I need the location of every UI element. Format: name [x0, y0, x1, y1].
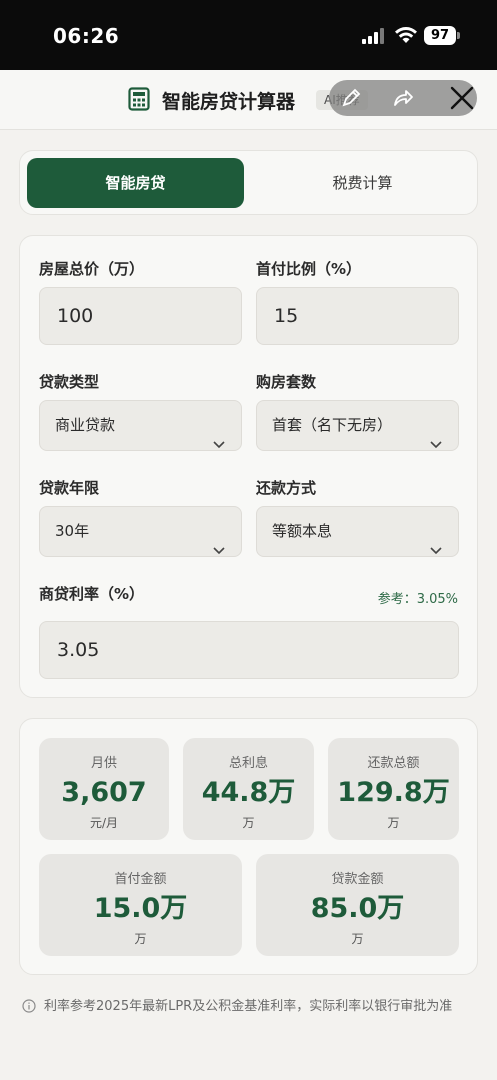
loan-form: 房屋总价（万） 首付比例（%） 100 15 贷款类型 购房套数 商业贷款 首套… — [19, 235, 478, 698]
repay-method-value: 等额本息 — [272, 522, 333, 540]
rate-input[interactable]: 3.05 — [39, 621, 459, 679]
result-value: 85.0万 — [310, 893, 405, 924]
chevron-down-icon — [213, 526, 225, 575]
result-label: 月供 — [90, 756, 117, 771]
result-value: 129.8万 — [337, 777, 450, 808]
result-unit: 万 — [387, 816, 400, 830]
loan-years-select[interactable]: 30年 — [39, 506, 242, 557]
wifi-icon — [394, 26, 418, 48]
page-title: 智能房贷计算器 — [162, 91, 296, 113]
edit-icon[interactable] — [339, 86, 363, 110]
down-ratio-input[interactable]: 15 — [256, 287, 459, 345]
loan-type-label: 贷款类型 — [39, 373, 100, 391]
battery-level: 97 — [424, 26, 456, 45]
result-value: 3,607 — [61, 777, 147, 808]
monthly-payment-box: 月供 3,607 元/月 — [39, 738, 169, 840]
house-count-select[interactable]: 首套（名下无房） — [256, 400, 459, 451]
down-payment-box: 首付金额 15.0万 万 — [39, 854, 242, 956]
loan-years-value: 30年 — [55, 522, 90, 540]
loan-amount-box: 贷款金额 85.0万 万 — [256, 854, 459, 956]
result-value: 15.0万 — [93, 893, 188, 924]
house-count-label: 购房套数 — [256, 373, 317, 391]
result-label: 贷款金额 — [331, 872, 384, 887]
result-unit: 元/月 — [89, 816, 119, 830]
loan-type-value: 商业贷款 — [55, 416, 116, 434]
chevron-down-icon — [213, 420, 225, 469]
total-price-label: 房屋总价（万） — [39, 260, 145, 278]
close-icon[interactable] — [449, 85, 475, 115]
loan-type-select[interactable]: 商业贷款 — [39, 400, 242, 451]
rate-reference: 参考：3.05% — [377, 592, 458, 607]
rate-footnote: 利率参考2025年最新LPR及公积金基准利率，实际利率以银行审批为准 — [22, 995, 472, 1018]
battery-icon: 97 — [424, 26, 460, 45]
repay-method-select[interactable]: 等额本息 — [256, 506, 459, 557]
result-unit: 万 — [242, 816, 255, 830]
footnote-text: 利率参考2025年最新LPR及公积金基准利率，实际利率以银行审批为准 — [44, 999, 453, 1014]
status-time: 06:26 — [53, 24, 120, 48]
loan-years-label: 贷款年限 — [39, 479, 100, 497]
calculator-icon — [128, 87, 150, 115]
mode-tabs: 智能房贷 税费计算 — [19, 150, 478, 215]
tab-smart-mortgage[interactable]: 智能房贷 — [27, 158, 244, 208]
result-label: 总利息 — [228, 756, 268, 771]
total-repayment-box: 还款总额 129.8万 万 — [328, 738, 459, 840]
house-count-value: 首套（名下无房） — [272, 416, 393, 434]
chevron-down-icon — [430, 420, 442, 469]
cellular-signal-icon — [362, 28, 386, 48]
result-label: 首付金额 — [114, 872, 167, 887]
result-unit: 万 — [134, 932, 147, 946]
repay-method-label: 还款方式 — [256, 479, 317, 497]
share-icon[interactable] — [391, 86, 415, 110]
tab-tax-calc[interactable]: 税费计算 — [254, 158, 471, 208]
app-header: 智能房贷计算器 AI推荐 — [0, 70, 497, 130]
down-ratio-label: 首付比例（%） — [256, 260, 362, 278]
result-unit: 万 — [351, 932, 364, 946]
rate-label: 商贷利率（%） — [39, 585, 145, 603]
results-panel: 月供 3,607 元/月 总利息 44.8万 万 还款总额 129.8万 万 首… — [19, 718, 478, 975]
total-price-input[interactable]: 100 — [39, 287, 242, 345]
status-bar: 06:26 97 — [0, 0, 497, 70]
result-label: 还款总额 — [367, 756, 420, 771]
total-interest-box: 总利息 44.8万 万 — [183, 738, 314, 840]
chevron-down-icon — [430, 526, 442, 575]
result-value: 44.8万 — [201, 777, 296, 808]
info-icon — [22, 998, 36, 1021]
